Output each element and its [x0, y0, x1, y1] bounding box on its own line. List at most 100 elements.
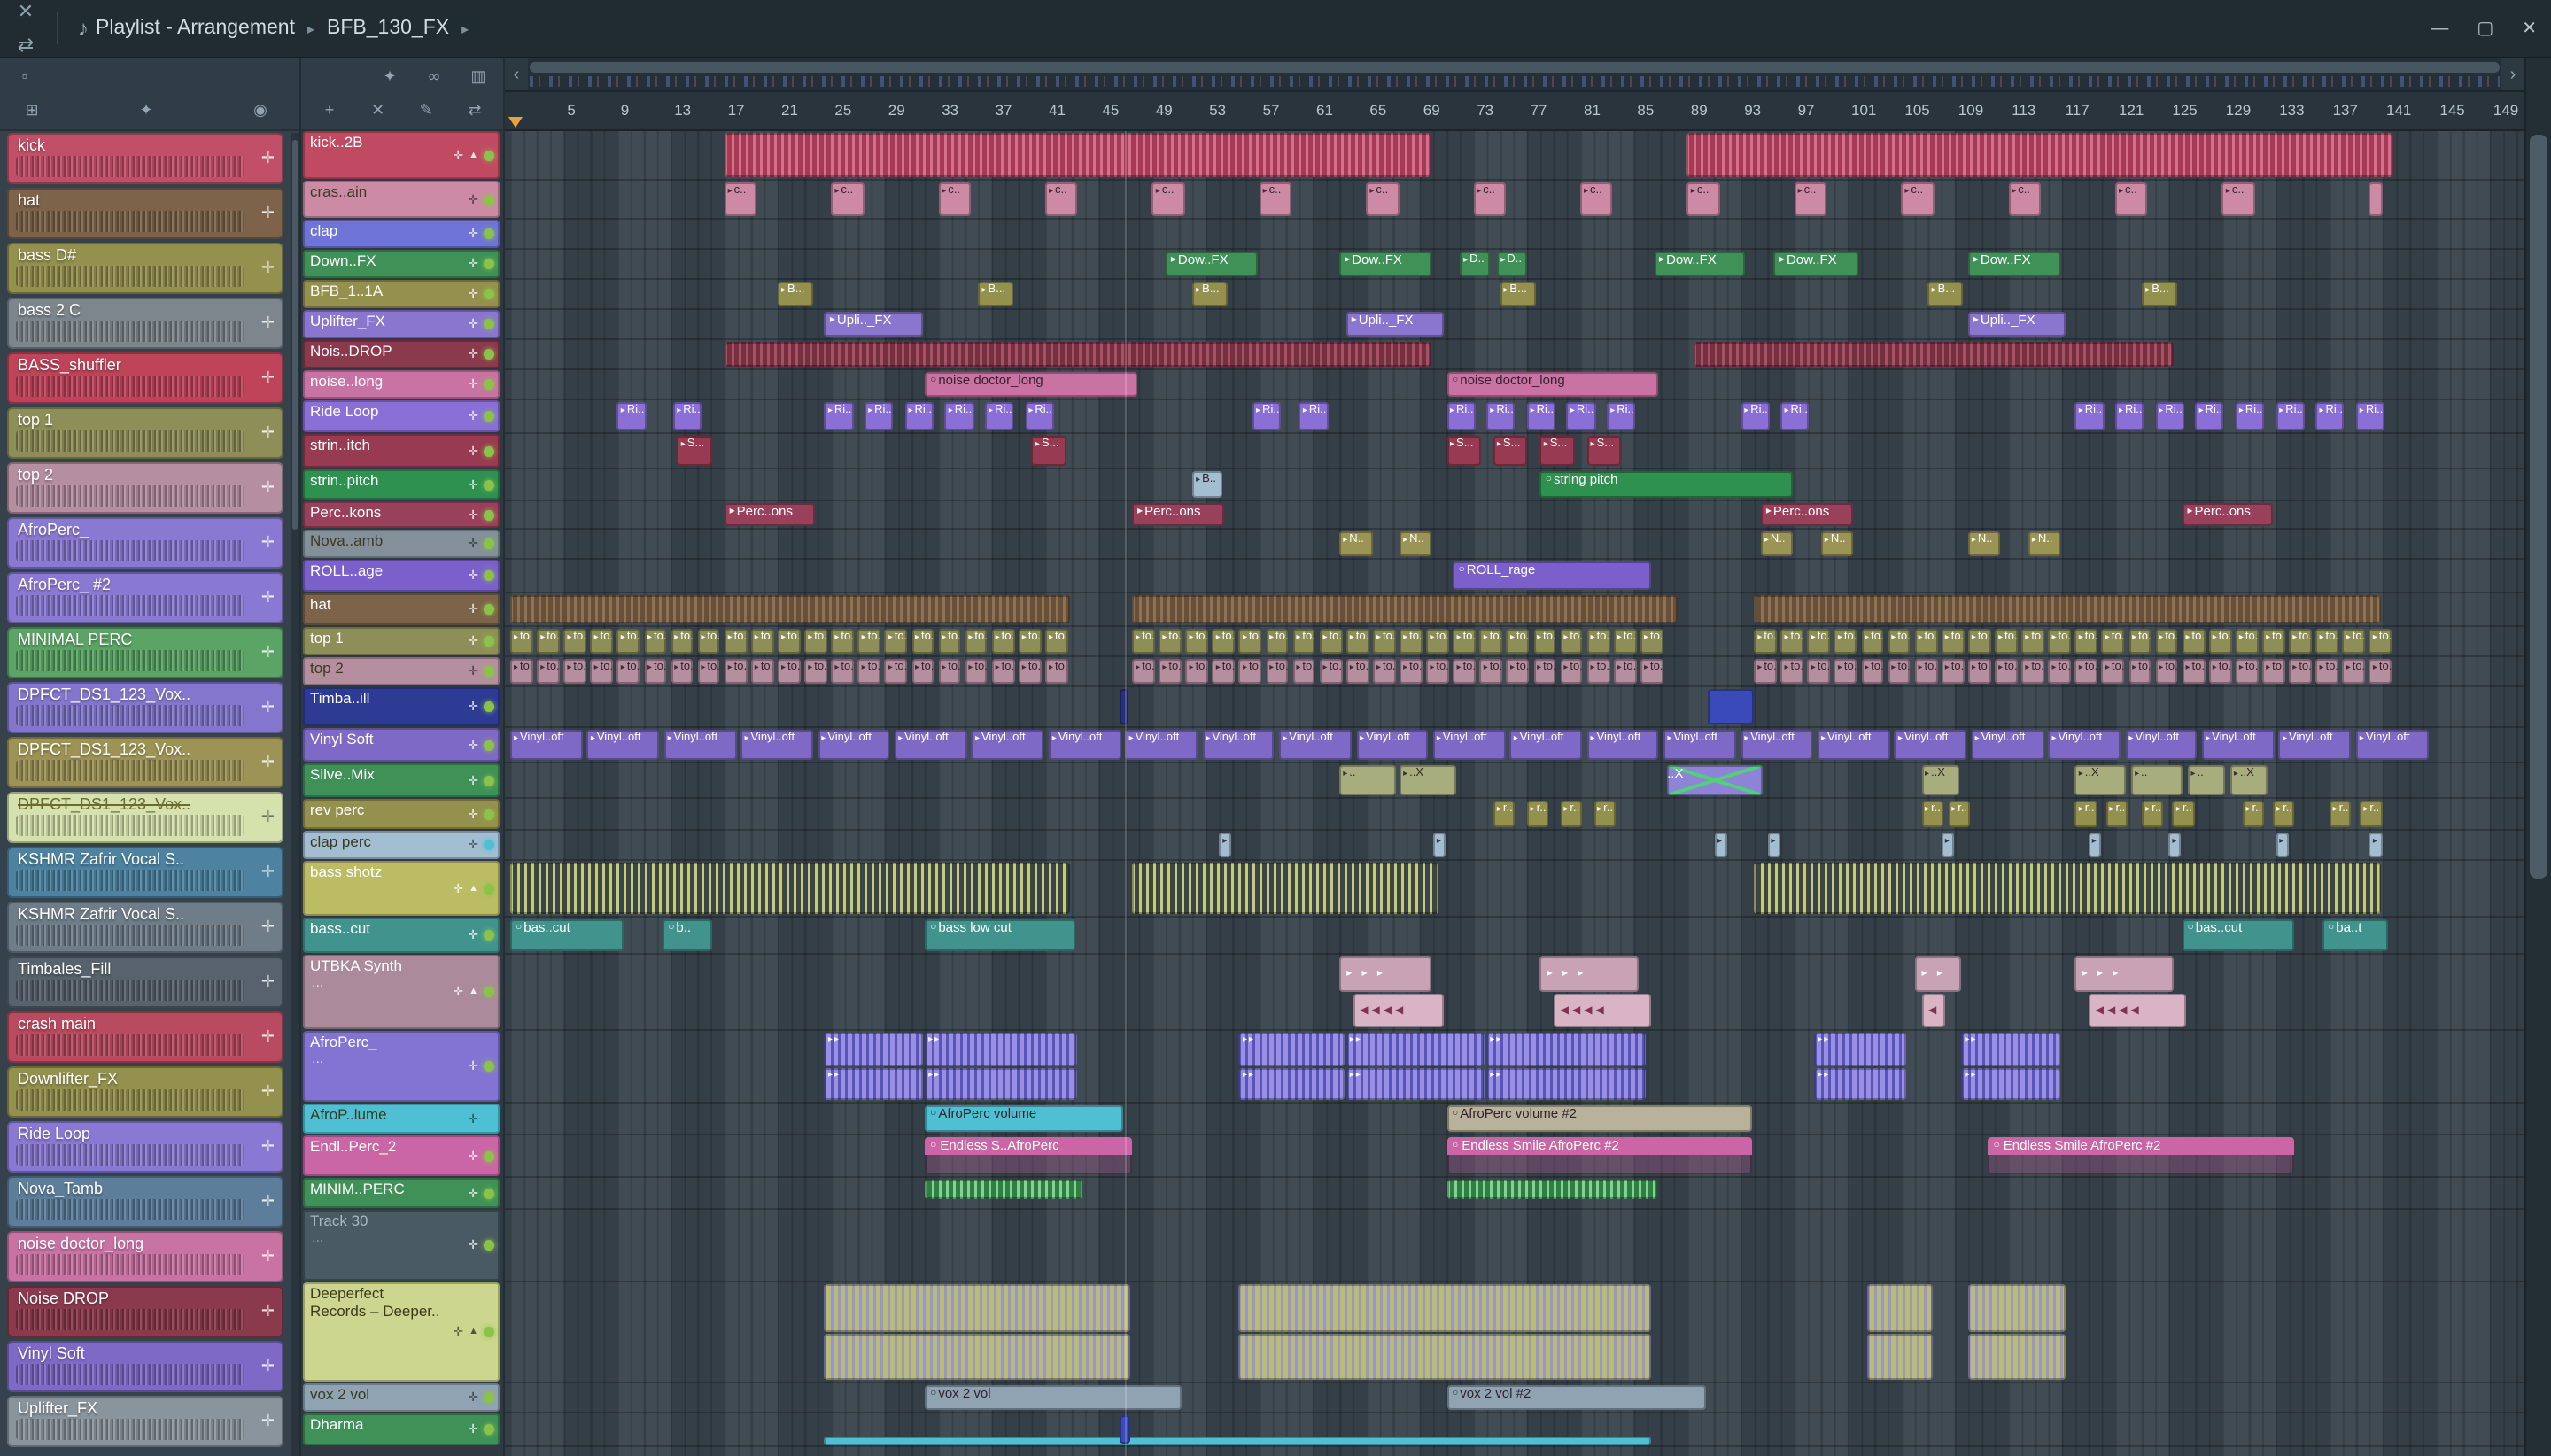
pattern-clip[interactable]: ▸ Vinyl..oft [1509, 730, 1583, 760]
pattern-clip[interactable]: ▸ Dow..FX [1165, 252, 1258, 276]
pattern-clip[interactable]: ▸ B... [1192, 282, 1228, 306]
speaker-icon[interactable]: ♪ [78, 16, 89, 41]
pattern-clip[interactable]: ▸to.. [1914, 629, 1938, 654]
pattern-clip[interactable]: ▸ Vinyl..oft [1971, 730, 2044, 760]
pattern-clip[interactable]: ▸ c.. [724, 182, 757, 216]
pattern-clip[interactable]: ▸to.. [616, 629, 640, 654]
track-header[interactable]: UTBKA Synth... ✛ ▲ [303, 955, 500, 1029]
pattern-clip[interactable]: ▸ Ri.. [1741, 402, 1770, 430]
pattern-clip[interactable]: ▸ Vinyl..oft [1202, 730, 1275, 760]
audio-clip[interactable]: ▸▸ [1814, 1067, 1906, 1100]
pattern-clip[interactable]: ▸to.. [1834, 629, 1857, 654]
pattern-clip[interactable]: ▸ Vinyl..oft [2048, 730, 2121, 760]
pattern-clip[interactable]: ▸to.. [2182, 629, 2206, 654]
pattern-clip[interactable]: ▸ S... [677, 436, 712, 466]
pattern-clip[interactable]: ▸to.. [1212, 629, 1236, 654]
track-header[interactable]: Deeperfect Records – Deeper.. ✛ ▲ [303, 1282, 500, 1382]
pattern-clip[interactable]: ▸ Dow..FX [1339, 252, 1431, 276]
sample-list-item[interactable]: Nova_Tamb ✛ [7, 1176, 283, 1228]
mute-led[interactable] [484, 987, 494, 997]
pattern-icon[interactable]: ✦ [376, 62, 404, 90]
mute-led[interactable] [484, 1188, 494, 1198]
pattern-clip[interactable]: ▸ c.. [831, 182, 865, 216]
pattern-clip[interactable]: ▸ Ri.. [2155, 402, 2184, 430]
pattern-clip[interactable]: ▸to.. [831, 659, 854, 684]
pattern-clip[interactable]: ▸to.. [1045, 629, 1068, 654]
track-header[interactable]: clap perc ✛ [303, 831, 500, 859]
mute-led[interactable] [484, 1327, 494, 1337]
pattern-clip[interactable]: ◀◀◀◀ [1553, 993, 1652, 1027]
pattern-clip[interactable]: ▸to.. [1586, 629, 1610, 654]
pattern-clip[interactable]: ▸to.. [2155, 629, 2178, 654]
audio-clip[interactable]: ▸▸ [1345, 1067, 1485, 1100]
pattern-clip[interactable]: ▸to.. [1266, 659, 1289, 684]
pattern-clip[interactable]: ▸to.. [2048, 659, 2072, 684]
audio-clip[interactable] [1867, 1333, 1933, 1380]
minimize-button[interactable]: — [2431, 19, 2448, 39]
track-header[interactable]: Uplifter_FX ✛ [303, 310, 500, 338]
pattern-clip[interactable]: ▸ Ri.. [1486, 402, 1516, 430]
pattern-clip[interactable]: ◀◀◀◀ [2088, 993, 2187, 1027]
pattern-clip[interactable]: ▸ Ri.. [2235, 402, 2265, 430]
pattern-clip[interactable]: ▸to.. [2342, 659, 2366, 684]
pattern-clip[interactable]: ▸ ..X [1400, 765, 1457, 795]
playhead[interactable] [1125, 131, 1128, 1456]
audio-clip[interactable]: ▸▸ [1345, 1033, 1485, 1065]
pattern-clip[interactable]: ▸to.. [965, 629, 988, 654]
add-track-icon[interactable]: + [315, 96, 344, 124]
pattern-clip[interactable]: ▸to.. [2021, 629, 2044, 654]
pattern-clip[interactable]: ▸ Vinyl..oft [2278, 730, 2352, 760]
sample-list-item[interactable]: DPFCT_DS1_123_Vox.. ✛ [7, 792, 283, 843]
pattern-clip[interactable]: ▸ D.. [1497, 252, 1528, 276]
automation-clip[interactable]: ○ noise doctor_long [1446, 372, 1659, 397]
pattern-clip[interactable]: ▸ Ri.. [1299, 402, 1329, 430]
pattern-clip[interactable]: ▸ Perc..ons [1132, 503, 1224, 526]
sample-list-item[interactable]: bass 2 C ✛ [7, 298, 283, 349]
pattern-clip[interactable]: ▸to.. [697, 659, 720, 684]
automation-clip[interactable]: ○ b.. [663, 919, 713, 951]
audio-clip[interactable] [1967, 1284, 2066, 1331]
pattern-clip[interactable]: ▸to.. [1345, 629, 1369, 654]
pattern-clip[interactable]: ▸to.. [1640, 659, 1663, 684]
track-header[interactable]: Endl..Perc_2 ✛ [303, 1135, 500, 1176]
audio-clip[interactable] [1754, 863, 2381, 914]
mute-led[interactable] [484, 775, 494, 786]
audio-clip[interactable] [1238, 1333, 1652, 1380]
track-header[interactable]: Nova..amb ✛ [303, 530, 500, 558]
pattern-clip[interactable]: ▸to.. [778, 629, 801, 654]
track-header[interactable]: AfroP..lume ✛ [303, 1104, 500, 1134]
pattern-clip[interactable]: ▸ c.. [1580, 182, 1613, 216]
playlist-grid[interactable]: ▸ c.. ▸ c.. ▸ c.. ▸ c.. ▸ c.. ▸ c.. ▸ c.. ▸ c.. ▸ c.. ▸ c..… [505, 131, 2524, 1456]
pattern-clip[interactable]: ▸ r.. [1560, 801, 1583, 827]
track-header[interactable]: hat ✛ [303, 593, 500, 625]
track-header[interactable]: MINIM..PERC ✛ [303, 1178, 500, 1208]
audio-clip[interactable] [1867, 1284, 1933, 1331]
pattern-clip[interactable]: ▸to.. [804, 629, 827, 654]
pattern-clip[interactable]: ▸ Vinyl..oft [971, 730, 1044, 760]
sample-list-item[interactable]: noise doctor_long ✛ [7, 1231, 283, 1282]
mute-led[interactable] [484, 379, 494, 390]
pattern-clip[interactable]: ▸to.. [1807, 629, 1831, 654]
track-header[interactable]: clap ✛ [303, 220, 500, 248]
mute-led[interactable] [484, 319, 494, 329]
sample-list-item[interactable]: Timbales_Fill ✛ [7, 956, 283, 1008]
pattern-clip[interactable]: ▸to.. [671, 629, 694, 654]
automation-clip[interactable]: ○ bas..cut [2182, 919, 2294, 951]
mute-led[interactable] [484, 1424, 494, 1435]
sample-list-item[interactable]: crash main ✛ [7, 1011, 283, 1063]
pattern-clip[interactable]: ▸to.. [1132, 629, 1155, 654]
audio-clip[interactable]: ▸▸ [1486, 1033, 1646, 1065]
track-header[interactable]: cras..ain ✛ [303, 181, 500, 218]
pattern-clip[interactable]: ▸to.. [1292, 629, 1315, 654]
pattern-clip[interactable]: ▸to.. [2074, 629, 2098, 654]
crossfade-clip[interactable]: ..X [1667, 765, 1763, 795]
pattern-clip[interactable]: ▸to.. [671, 659, 694, 684]
pattern-clip[interactable]: ▸ Upli.._FX [1967, 312, 2066, 337]
pattern-clip[interactable]: ▸to.. [991, 659, 1015, 684]
scroll-left-arrow[interactable]: ‹ [505, 58, 528, 90]
audio-clip[interactable]: ▸▸ [1238, 1067, 1345, 1100]
audio-clip[interactable]: ▸▸ [1814, 1033, 1906, 1065]
mute-led[interactable] [484, 509, 494, 520]
mute-led[interactable] [484, 411, 494, 422]
pattern-clip[interactable]: ▸.. [2131, 765, 2183, 795]
